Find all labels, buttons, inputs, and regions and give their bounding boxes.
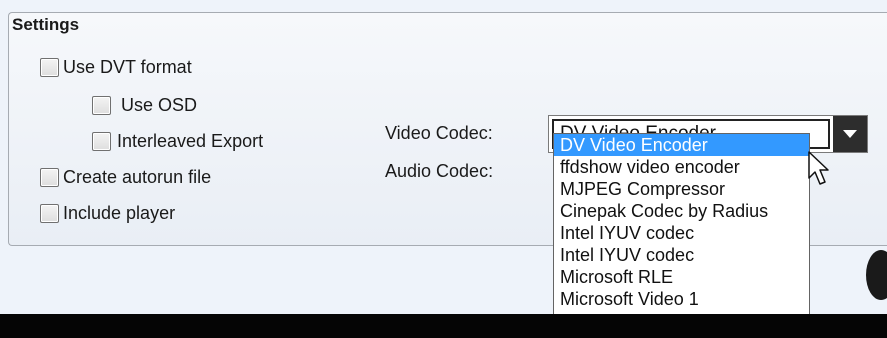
- use-dvt-format-label: Use DVT format: [63, 56, 192, 77]
- include-player-checkbox[interactable]: Include player: [40, 202, 175, 224]
- create-autorun-checkbox[interactable]: Create autorun file: [40, 166, 211, 188]
- interleaved-export-label: Interleaved Export: [117, 130, 264, 151]
- video-codec-label: Video Codec:: [385, 123, 493, 143]
- codec-option[interactable]: Microsoft RLE: [554, 266, 809, 288]
- interleaved-export-checkbox[interactable]: Interleaved Export: [92, 130, 263, 152]
- codec-option[interactable]: Microsoft Video 1: [554, 288, 809, 310]
- codec-option[interactable]: ffdshow video encoder: [554, 156, 809, 178]
- settings-title: Settings: [12, 15, 80, 34]
- scroll-knob[interactable]: [866, 250, 887, 300]
- codec-option[interactable]: MJPEG Compressor: [554, 178, 809, 200]
- chevron-down-icon: [843, 130, 857, 138]
- checkbox-box[interactable]: [40, 167, 59, 187]
- codec-option[interactable]: DV Video Encoder: [554, 134, 809, 156]
- use-osd-label: Use OSD: [121, 94, 198, 115]
- codec-dropdown-list[interactable]: DV Video Encoder ffdshow video encoder MJP…: [553, 133, 810, 338]
- codec-option[interactable]: Intel IYUV codec: [554, 222, 809, 244]
- include-player-label: Include player: [63, 202, 176, 223]
- codec-option[interactable]: Intel IYUV codec: [554, 244, 809, 266]
- codec-option[interactable]: Cinepak Codec by Radius: [554, 200, 809, 222]
- dropdown-arrow-button[interactable]: [833, 116, 867, 152]
- create-autorun-label: Create autorun file: [63, 166, 212, 187]
- bottom-bar: [0, 314, 887, 338]
- checkbox-box[interactable]: [92, 95, 111, 115]
- use-dvt-format-checkbox[interactable]: Use DVT format: [40, 56, 192, 78]
- mouse-cursor-icon: [808, 151, 829, 185]
- audio-codec-label: Audio Codec:: [385, 161, 494, 181]
- checkbox-box[interactable]: [40, 57, 59, 77]
- use-osd-checkbox[interactable]: Use OSD: [92, 94, 197, 116]
- checkbox-box[interactable]: [92, 131, 111, 151]
- checkbox-box[interactable]: [40, 203, 59, 223]
